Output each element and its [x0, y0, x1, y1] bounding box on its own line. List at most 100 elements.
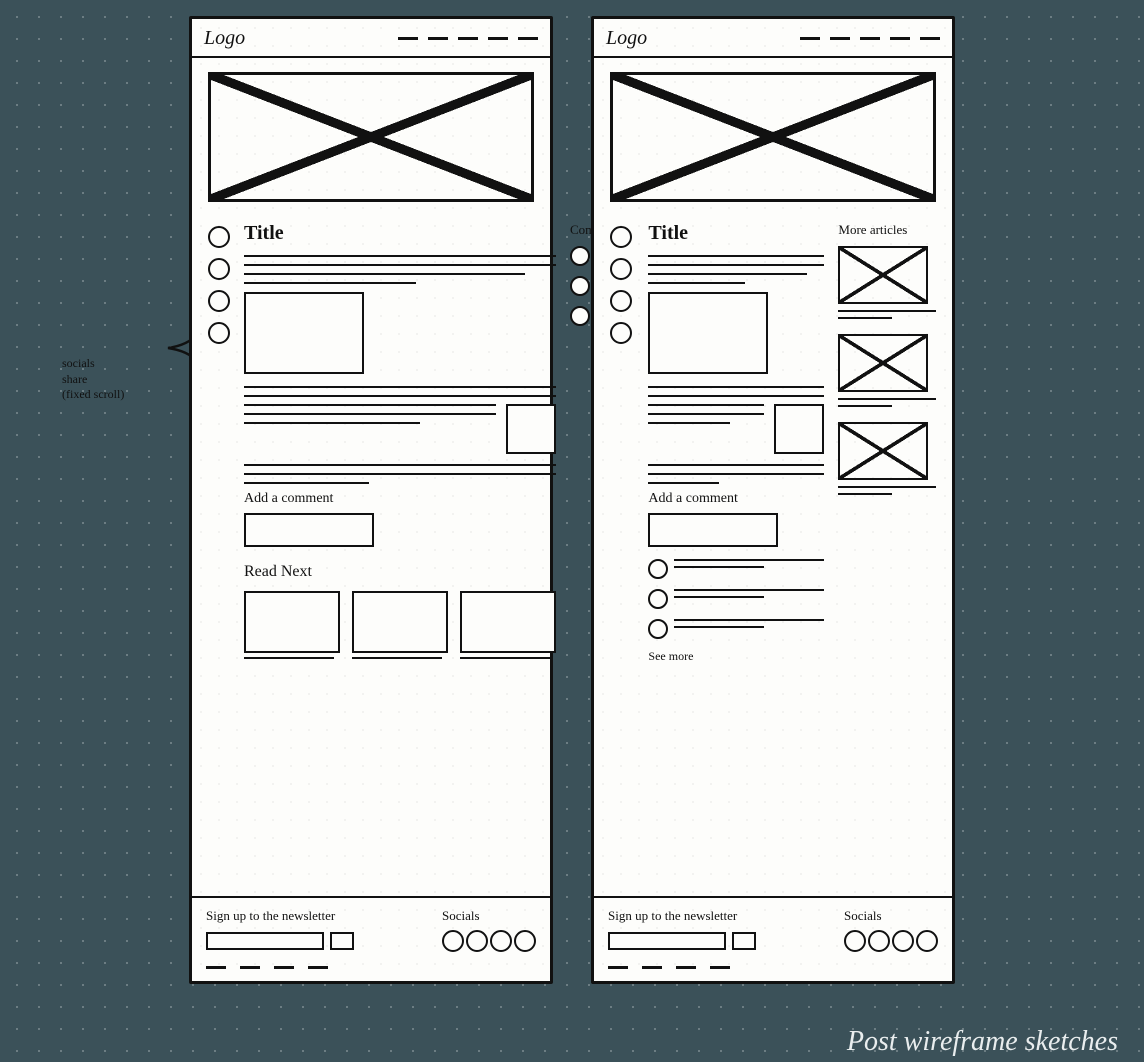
social-share-icon[interactable]: [208, 322, 230, 344]
read-next-thumb: [352, 591, 448, 653]
footer-socials-label: Socials: [844, 908, 938, 924]
wireframe-variant-b: Logo: [591, 16, 955, 984]
text-line: [648, 482, 718, 484]
more-articles-heading: More articles: [838, 222, 936, 238]
text-line: [244, 413, 496, 415]
text-line: [648, 255, 824, 257]
newsletter-label: Sign up to the newsletter: [608, 908, 756, 924]
nav-item[interactable]: [920, 37, 940, 40]
article-title-line: [838, 398, 936, 400]
comment-item: [648, 619, 824, 639]
comment-input[interactable]: [648, 513, 778, 547]
inline-image-placeholder: [648, 292, 768, 374]
newsletter-submit-button[interactable]: [732, 932, 756, 950]
comment-input[interactable]: [244, 513, 374, 547]
footer-link[interactable]: [308, 966, 328, 969]
social-share-icon[interactable]: [610, 322, 632, 344]
more-article-card[interactable]: [838, 422, 936, 495]
avatar-icon: [648, 589, 668, 609]
footer-link[interactable]: [206, 966, 226, 969]
footer-social-icon[interactable]: [466, 930, 488, 952]
newsletter-email-input[interactable]: [206, 932, 324, 950]
footer-link[interactable]: [642, 966, 662, 969]
more-article-card[interactable]: [838, 334, 936, 407]
nav-item[interactable]: [458, 37, 478, 40]
add-comment-section: Add a comment: [244, 491, 556, 547]
logo[interactable]: Logo: [606, 27, 647, 50]
footer-link[interactable]: [710, 966, 730, 969]
nav-item[interactable]: [890, 37, 910, 40]
text-line: [648, 395, 824, 397]
footer-social-icon[interactable]: [844, 930, 866, 952]
footer-social-icon[interactable]: [490, 930, 512, 952]
newsletter-submit-button[interactable]: [330, 932, 354, 950]
read-next-card[interactable]: [244, 591, 340, 659]
social-share-rail: [610, 222, 634, 664]
avatar-icon: [648, 559, 668, 579]
nav-item[interactable]: [860, 37, 880, 40]
read-next-title-line: [244, 657, 334, 659]
footer-link[interactable]: [608, 966, 628, 969]
nav-item[interactable]: [800, 37, 820, 40]
read-next-title-line: [352, 657, 442, 659]
text-line: [244, 282, 416, 284]
article-body: Title: [244, 222, 556, 659]
social-share-icon[interactable]: [610, 258, 632, 280]
footer-social-icon[interactable]: [892, 930, 914, 952]
header: Logo: [192, 19, 550, 58]
social-share-icon[interactable]: [208, 258, 230, 280]
text-line: [648, 464, 824, 466]
social-share-icon[interactable]: [208, 226, 230, 248]
nav-item[interactable]: [428, 37, 448, 40]
article-title-line: [838, 317, 892, 319]
nav-item[interactable]: [398, 37, 418, 40]
logo[interactable]: Logo: [204, 27, 245, 50]
avatar-icon: [570, 276, 590, 296]
more-article-card[interactable]: [838, 246, 936, 319]
newsletter-label: Sign up to the newsletter: [206, 908, 354, 924]
social-share-icon[interactable]: [610, 226, 632, 248]
text-line: [648, 473, 824, 475]
social-share-icon[interactable]: [610, 290, 632, 312]
footer-socials-label: Socials: [442, 908, 536, 924]
text-line: [648, 404, 764, 406]
footer-links: [608, 966, 938, 969]
read-next-section: Read Next: [244, 563, 556, 659]
comment-item: [648, 559, 824, 579]
comment-list: See more: [648, 559, 824, 664]
comment-item: [648, 589, 824, 609]
newsletter-email-input[interactable]: [608, 932, 726, 950]
see-more-link[interactable]: See more: [648, 649, 824, 664]
footer-social-icon[interactable]: [868, 930, 890, 952]
footer-link[interactable]: [240, 966, 260, 969]
inline-image-placeholder: [506, 404, 556, 454]
figure-caption: Post wireframe sketches: [847, 1026, 1118, 1058]
text-line: [648, 264, 824, 266]
text-line: [244, 482, 369, 484]
footer-link[interactable]: [274, 966, 294, 969]
avatar-icon: [570, 246, 590, 266]
read-next-card[interactable]: [352, 591, 448, 659]
footer-social-icon[interactable]: [916, 930, 938, 952]
text-line: [648, 386, 824, 388]
read-next-card[interactable]: [460, 591, 556, 659]
article-thumb: [838, 246, 928, 304]
text-line: [244, 395, 556, 397]
nav-item[interactable]: [488, 37, 508, 40]
footer-social-icon[interactable]: [514, 930, 536, 952]
nav-item[interactable]: [830, 37, 850, 40]
wireframe-variant-a: Logo: [189, 16, 553, 984]
social-share-icon[interactable]: [208, 290, 230, 312]
article-title-line: [838, 310, 936, 312]
hero-image-placeholder: [208, 72, 534, 202]
read-next-thumb: [244, 591, 340, 653]
footer-social-icon[interactable]: [442, 930, 464, 952]
avatar-icon: [570, 306, 590, 326]
read-next-heading: Read Next: [244, 563, 556, 581]
header: Logo: [594, 19, 952, 58]
inline-image-placeholder: [244, 292, 364, 374]
text-line: [648, 422, 729, 424]
footer-link[interactable]: [676, 966, 696, 969]
nav-item[interactable]: [518, 37, 538, 40]
footer-socials-block: Socials: [442, 908, 536, 952]
